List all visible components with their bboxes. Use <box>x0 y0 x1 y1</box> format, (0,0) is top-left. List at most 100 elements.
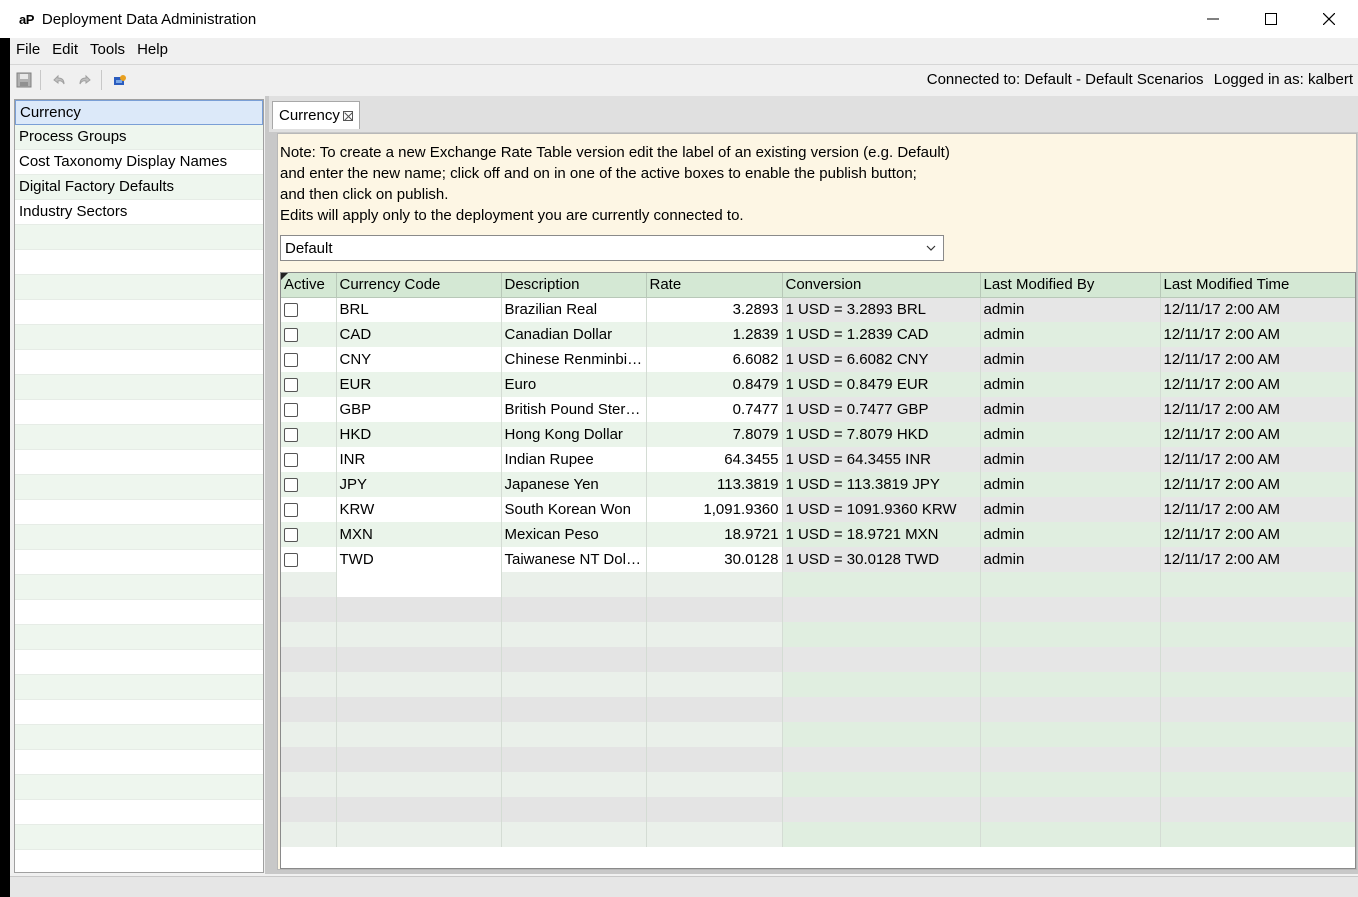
undo-button[interactable] <box>47 69 71 91</box>
rate-cell[interactable]: 7.8079 <box>646 422 783 447</box>
sidebar-item-industry-sectors[interactable]: Industry Sectors <box>15 200 263 225</box>
table-row[interactable]: HKD Hong Kong Dollar 7.8079 1 USD = 7.8079 … <box>281 422 1355 447</box>
currency-code-cell[interactable]: KRW <box>336 497 502 522</box>
empty-cell <box>1160 572 1355 597</box>
menu-file[interactable]: File <box>10 38 46 62</box>
publish-button[interactable] <box>108 69 132 91</box>
description-cell[interactable]: Hong Kong Dollar <box>501 422 647 447</box>
table-row[interactable]: INR Indian Rupee 64.3455 1 USD = 64.3455 IN… <box>281 447 1355 472</box>
empty-table-row <box>281 672 1355 697</box>
currency-code-cell[interactable]: HKD <box>336 422 502 447</box>
column-header-conversion[interactable]: Conversion <box>782 273 981 298</box>
toolbar-separator <box>101 69 102 90</box>
active-checkbox-cell[interactable] <box>281 372 337 397</box>
active-checkbox[interactable] <box>284 378 298 393</box>
description-cell[interactable]: Canadian Dollar <box>501 322 647 347</box>
column-header-active[interactable]: Active <box>281 273 337 298</box>
active-checkbox-cell[interactable] <box>281 547 337 572</box>
currency-code-cell[interactable]: CAD <box>336 322 502 347</box>
rate-cell[interactable]: 18.9721 <box>646 522 783 547</box>
column-header-rate[interactable]: Rate <box>646 273 783 298</box>
active-checkbox-cell[interactable] <box>281 297 337 322</box>
table-row[interactable]: BRL Brazilian Real 3.2893 1 USD = 3.2893 BR… <box>281 297 1355 322</box>
currency-code-cell[interactable]: JPY <box>336 472 502 497</box>
currency-code-cell[interactable]: EUR <box>336 372 502 397</box>
currency-code-cell[interactable]: CNY <box>336 347 502 372</box>
description-cell[interactable]: Mexican Peso <box>501 522 647 547</box>
save-button[interactable] <box>12 69 36 91</box>
rate-cell[interactable]: 0.7477 <box>646 397 783 422</box>
active-checkbox[interactable] <box>284 428 298 443</box>
sidebar-item-cost-taxonomy-display-names[interactable]: Cost Taxonomy Display Names <box>15 150 263 175</box>
description-cell[interactable]: Indian Rupee <box>501 447 647 472</box>
maximize-button[interactable] <box>1242 0 1300 38</box>
sidebar-empty-row <box>15 675 263 700</box>
menu-tools[interactable]: Tools <box>84 38 131 62</box>
active-checkbox[interactable] <box>284 403 298 418</box>
active-checkbox[interactable] <box>284 353 298 368</box>
table-row[interactable]: EUR Euro 0.8479 1 USD = 0.8479 EUR admin 12/1… <box>281 372 1355 397</box>
rate-cell[interactable]: 0.8479 <box>646 372 783 397</box>
currency-code-cell[interactable]: GBP <box>336 397 502 422</box>
active-checkbox[interactable] <box>284 303 298 318</box>
description-cell[interactable]: South Korean Won <box>501 497 647 522</box>
column-header-description[interactable]: Description <box>501 273 647 298</box>
active-checkbox[interactable] <box>284 328 298 343</box>
rate-cell[interactable]: 30.0128 <box>646 547 783 572</box>
rate-cell[interactable]: 6.6082 <box>646 347 783 372</box>
currency-code-cell[interactable]: MXN <box>336 522 502 547</box>
last-modified-by-cell: admin <box>980 522 1161 547</box>
active-checkbox[interactable] <box>284 503 298 518</box>
table-row[interactable]: CNY Chinese Renminbi Y... 6.6082 1 USD = 6.… <box>281 347 1355 372</box>
currency-code-cell[interactable]: INR <box>336 447 502 472</box>
active-checkbox[interactable] <box>284 453 298 468</box>
column-header-last-modified-time[interactable]: Last Modified Time <box>1160 273 1355 298</box>
rate-cell[interactable]: 1,091.9360 <box>646 497 783 522</box>
active-checkbox[interactable] <box>284 478 298 493</box>
close-button[interactable] <box>1300 0 1358 38</box>
sidebar-item-process-groups[interactable]: Process Groups <box>15 125 263 150</box>
description-cell[interactable]: Euro <box>501 372 647 397</box>
rate-cell[interactable]: 1.2839 <box>646 322 783 347</box>
table-corner-marker <box>281 273 288 280</box>
table-row[interactable]: TWD Taiwanese NT Dollar 30.0128 1 USD = 30.… <box>281 547 1355 572</box>
column-header-last-modified-by[interactable]: Last Modified By <box>980 273 1161 298</box>
rate-cell[interactable]: 3.2893 <box>646 297 783 322</box>
rate-cell[interactable]: 113.3819 <box>646 472 783 497</box>
description-cell[interactable]: Brazilian Real <box>501 297 647 322</box>
active-checkbox-cell[interactable] <box>281 472 337 497</box>
description-cell[interactable]: Japanese Yen <box>501 472 647 497</box>
description-cell[interactable]: Chinese Renminbi Y... <box>501 347 647 372</box>
sidebar-item-currency[interactable]: Currency <box>15 100 263 125</box>
tab-currency[interactable]: Currency <box>272 101 360 129</box>
empty-table-row[interactable] <box>281 572 1355 597</box>
currency-code-cell[interactable]: BRL <box>336 297 502 322</box>
active-checkbox[interactable] <box>284 553 298 568</box>
minimize-button[interactable] <box>1184 0 1242 38</box>
table-row[interactable]: JPY Japanese Yen 113.3819 1 USD = 113.3819 … <box>281 472 1355 497</box>
menu-edit[interactable]: Edit <box>46 38 84 62</box>
active-checkbox-cell[interactable] <box>281 522 337 547</box>
active-checkbox-cell[interactable] <box>281 347 337 372</box>
rate-cell[interactable]: 64.3455 <box>646 447 783 472</box>
active-checkbox-cell[interactable] <box>281 322 337 347</box>
redo-button[interactable] <box>73 69 97 91</box>
table-row[interactable]: CAD Canadian Dollar 1.2839 1 USD = 1.2839 C… <box>281 322 1355 347</box>
description-cell[interactable]: British Pound Sterli... <box>501 397 647 422</box>
menu-help[interactable]: Help <box>131 38 174 62</box>
active-checkbox[interactable] <box>284 528 298 543</box>
currency-code-cell[interactable]: TWD <box>336 547 502 572</box>
description-cell[interactable]: Taiwanese NT Dollar <box>501 547 647 572</box>
exchange-rate-version-select[interactable]: Default <box>280 235 944 261</box>
active-checkbox-cell[interactable] <box>281 447 337 472</box>
sidebar-item-digital-factory-defaults[interactable]: Digital Factory Defaults <box>15 175 263 200</box>
close-tab-icon[interactable] <box>342 110 353 121</box>
active-checkbox-cell[interactable] <box>281 397 337 422</box>
active-checkbox-cell[interactable] <box>281 497 337 522</box>
column-header-currency-code[interactable]: Currency Code <box>336 273 502 298</box>
table-row[interactable]: GBP British Pound Sterli... 0.7477 1 USD = … <box>281 397 1355 422</box>
table-row[interactable]: KRW South Korean Won 1,091.9360 1 USD = 109… <box>281 497 1355 522</box>
table-row[interactable]: MXN Mexican Peso 18.9721 1 USD = 18.9721 MX… <box>281 522 1355 547</box>
active-checkbox-cell[interactable] <box>281 422 337 447</box>
new-currency-code-cell[interactable] <box>336 572 502 597</box>
